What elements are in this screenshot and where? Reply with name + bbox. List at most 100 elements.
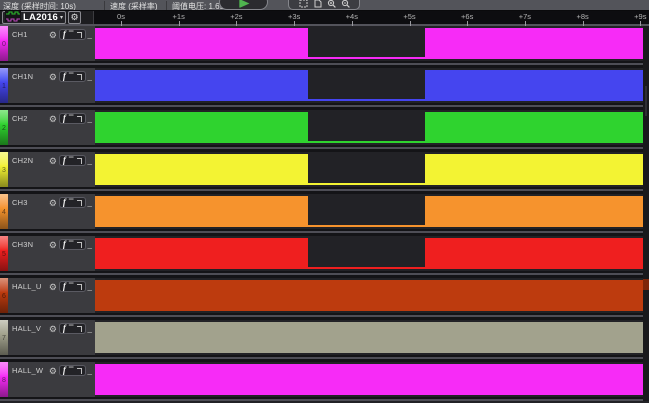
logic-analyzer-window: 深度 (采样时间: 10s) 速度 (采样率) 阈值电压: 1.65 V xyxy=(0,0,649,403)
trigger-low-icon[interactable]: _ xyxy=(88,117,92,121)
channel-settings-icon[interactable]: ⚙ xyxy=(49,156,57,166)
trigger-edge-icon[interactable] xyxy=(77,32,82,38)
row-separator xyxy=(0,187,649,194)
view-tools-group xyxy=(288,0,360,10)
trigger-edge-icon[interactable] xyxy=(77,116,82,122)
frequency-icon[interactable]: f xyxy=(63,114,66,123)
signal-high-segment xyxy=(425,196,643,227)
trigger-edge-icon[interactable] xyxy=(77,158,82,164)
start-capture-button[interactable] xyxy=(219,0,268,10)
hall-u-clipped-bar xyxy=(643,279,649,290)
trigger-high-icon[interactable]: ▔ xyxy=(69,199,74,207)
frequency-icon[interactable]: f xyxy=(63,198,66,207)
signal-high-segment xyxy=(95,112,308,143)
signal-low-segment xyxy=(308,57,425,59)
channel-name: CH1N xyxy=(12,72,33,81)
vertical-scrollbar[interactable] xyxy=(645,86,647,116)
channel-settings-icon[interactable]: ⚙ xyxy=(49,282,57,292)
trigger-edge-icon[interactable] xyxy=(77,368,82,374)
export-page-icon[interactable] xyxy=(313,0,322,8)
trigger-high-icon[interactable]: ▔ xyxy=(69,73,74,81)
channel-controls: ⚙ f ▔ _ xyxy=(49,323,92,334)
signal-low-segment xyxy=(308,225,425,227)
channel-number: 3 xyxy=(2,167,6,174)
ruler-tick-label: 0s xyxy=(117,12,125,21)
channel-row: 8 HALL_W ⚙ f ▔ _ xyxy=(0,362,649,401)
trigger-high-icon[interactable]: ▔ xyxy=(69,115,74,123)
trigger-low-icon[interactable]: _ xyxy=(88,33,92,37)
channel-name: CH3 xyxy=(12,198,28,207)
channel-header[interactable]: 8 HALL_W ⚙ f ▔ _ xyxy=(0,362,95,401)
channel-settings-icon[interactable]: ⚙ xyxy=(49,30,57,40)
frequency-icon[interactable]: f xyxy=(63,282,66,291)
trigger-low-icon[interactable]: _ xyxy=(88,201,92,205)
trigger-edge-icon[interactable] xyxy=(77,74,82,80)
channel-settings-icon[interactable]: ⚙ xyxy=(49,324,57,334)
channel-settings-icon[interactable]: ⚙ xyxy=(49,72,57,82)
channel-controls: ⚙ f ▔ _ xyxy=(49,29,92,40)
trigger-low-icon[interactable]: _ xyxy=(88,243,92,247)
trigger-low-icon[interactable]: _ xyxy=(88,369,92,373)
frequency-icon[interactable]: f xyxy=(63,324,66,333)
trigger-edge-icon[interactable] xyxy=(77,326,82,332)
signal-low-segment xyxy=(308,99,425,101)
signal-high-segment xyxy=(425,112,643,143)
channel-row: 4 CH3 ⚙ f ▔ _ xyxy=(0,194,649,236)
channel-settings-icon[interactable]: ⚙ xyxy=(49,114,57,124)
ruler-tick-label: +4s xyxy=(346,12,358,21)
signal-high-segment xyxy=(425,154,643,185)
device-settings-button[interactable]: ⚙ xyxy=(68,11,81,24)
channel-color-stripe: 1 xyxy=(0,68,8,104)
channel-controls: ⚙ f ▔ _ xyxy=(49,113,92,124)
row-separator xyxy=(0,103,649,110)
frequency-icon[interactable]: f xyxy=(63,72,66,81)
channel-row: 7 HALL_V ⚙ f ▔ _ xyxy=(0,320,649,362)
top-toolbar: 深度 (采样时间: 10s) 速度 (采样率) 阈值电压: 1.65 V xyxy=(0,0,649,11)
channel-name: CH3N xyxy=(12,240,33,249)
channel-row: 2 CH2 ⚙ f ▔ _ xyxy=(0,110,649,152)
ruler-tick-label: +1s xyxy=(173,12,185,21)
trigger-high-icon[interactable]: ▔ xyxy=(69,31,74,39)
frequency-icon[interactable]: f xyxy=(63,366,66,375)
trigger-high-icon[interactable]: ▔ xyxy=(69,283,74,291)
channel-settings-icon[interactable]: ⚙ xyxy=(49,198,57,208)
zoom-out-icon[interactable] xyxy=(341,0,350,8)
device-name: LA2016 xyxy=(23,12,58,23)
trigger-high-icon[interactable]: ▔ xyxy=(69,325,74,333)
row-separator xyxy=(0,229,649,236)
row-separator xyxy=(0,355,649,362)
trigger-edge-icon[interactable] xyxy=(77,284,82,290)
trigger-high-icon[interactable]: ▔ xyxy=(69,241,74,249)
zoom-in-icon[interactable] xyxy=(327,0,336,8)
trigger-low-icon[interactable]: _ xyxy=(88,75,92,79)
waveform-lane[interactable] xyxy=(95,362,643,401)
trigger-group: f ▔ xyxy=(59,197,86,208)
channel-controls: ⚙ f ▔ _ xyxy=(49,71,92,82)
signal-low-segment xyxy=(308,183,425,185)
signal-high-segment xyxy=(95,196,308,227)
channel-color-stripe: 5 xyxy=(0,236,8,272)
trigger-edge-icon[interactable] xyxy=(77,200,82,206)
channel-name: HALL_W xyxy=(12,366,43,375)
signal-low-segment xyxy=(308,141,425,143)
row-separator xyxy=(0,397,649,401)
channel-settings-icon[interactable]: ⚙ xyxy=(49,366,57,376)
time-ruler[interactable]: 0s+1s+2s+3s+4s+5s+6s+7s+8s+9s xyxy=(94,11,649,24)
frequency-icon[interactable]: f xyxy=(63,156,66,165)
device-dropdown[interactable]: LA2016 ▾ xyxy=(2,11,66,24)
trigger-high-icon[interactable]: ▔ xyxy=(69,367,74,375)
channel-settings-icon[interactable]: ⚙ xyxy=(49,240,57,250)
trigger-low-icon[interactable]: _ xyxy=(88,327,92,331)
frequency-icon[interactable]: f xyxy=(63,30,66,39)
selection-icon[interactable] xyxy=(299,0,308,8)
channel-color-stripe: 8 xyxy=(0,362,8,398)
trigger-low-icon[interactable]: _ xyxy=(88,159,92,163)
waveform-rows: 0 CH1 ⚙ f ▔ _ 1 CH1N ⚙ xyxy=(0,26,649,401)
trigger-high-icon[interactable]: ▔ xyxy=(69,157,74,165)
ruler-tick-label: +8s xyxy=(576,12,588,21)
frequency-icon[interactable]: f xyxy=(63,240,66,249)
trigger-low-icon[interactable]: _ xyxy=(88,285,92,289)
channel-number: 2 xyxy=(2,125,6,132)
channel-controls: ⚙ f ▔ _ xyxy=(49,197,92,208)
trigger-edge-icon[interactable] xyxy=(77,242,82,248)
